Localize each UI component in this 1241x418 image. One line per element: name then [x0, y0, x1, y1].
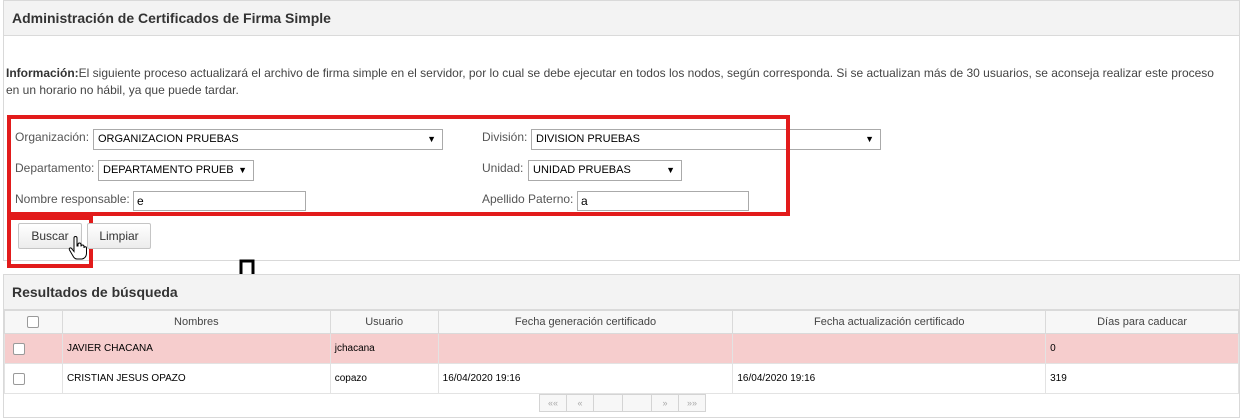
row-checkbox-cell[interactable]	[4, 363, 63, 394]
cell-fecha-act	[732, 333, 1047, 364]
pagination: «« « » »»	[539, 394, 706, 412]
cell-fecha-gen	[437, 333, 734, 364]
column-header[interactable]: Fecha generación certificado	[437, 310, 734, 334]
hand-pointer-icon	[68, 236, 87, 260]
pager-last-button[interactable]: »»	[678, 394, 706, 412]
row-checkbox[interactable]	[13, 342, 25, 355]
cell-dias: 319	[1045, 363, 1239, 394]
cell-fecha-act: 16/04/2020 19:16	[732, 363, 1047, 394]
chevron-down-icon: ▼	[865, 134, 874, 144]
column-header[interactable]: Nombres	[61, 310, 331, 334]
cell-dias: 0	[1045, 333, 1239, 364]
filters-highlight-box	[7, 115, 790, 216]
results-panel: Resultados de búsqueda Nombres Usuario F…	[3, 274, 1240, 418]
pager-page-count	[622, 394, 652, 412]
info-message: Información:El siguiente proceso actuali…	[6, 65, 1221, 99]
cell-usuario: jchacana	[329, 333, 439, 364]
column-header[interactable]: Días para caducar	[1045, 310, 1239, 334]
column-header[interactable]: Usuario	[329, 310, 439, 334]
cell-fecha-gen: 16/04/2020 19:16	[437, 363, 734, 394]
results-table: Nombres Usuario Fecha generación certifi…	[4, 310, 1239, 394]
results-title: Resultados de búsqueda	[4, 275, 1239, 310]
cell-usuario: copazo	[329, 363, 439, 394]
pager-prev-button[interactable]: «	[566, 394, 594, 412]
select-all-header[interactable]	[4, 310, 63, 334]
select-all-checkbox[interactable]	[27, 316, 40, 329]
cell-nombres: CRISTIAN JESUS OPAZO	[61, 363, 331, 394]
row-checkbox-cell[interactable]	[4, 333, 63, 364]
limpiar-button[interactable]: Limpiar	[87, 223, 151, 249]
info-label: Información:	[6, 66, 79, 80]
pager-next-button[interactable]: »	[651, 394, 679, 412]
row-checkbox[interactable]	[13, 372, 25, 385]
table-row[interactable]: JAVIER CHACANA jchacana 0	[4, 333, 1239, 364]
page-title: Administración de Certificados de Firma …	[4, 1, 1239, 36]
column-header[interactable]: Fecha actualización certificado	[732, 310, 1047, 334]
info-text: El siguiente proceso actualizará el arch…	[6, 66, 1214, 97]
table-header-row: Nombres Usuario Fecha generación certifi…	[4, 310, 1239, 334]
table-row[interactable]: CRISTIAN JESUS OPAZO copazo 16/04/2020 1…	[4, 363, 1239, 394]
pager-page-field[interactable]	[593, 394, 623, 412]
cell-nombres: JAVIER CHACANA	[61, 333, 331, 364]
pager-first-button[interactable]: ««	[539, 394, 567, 412]
